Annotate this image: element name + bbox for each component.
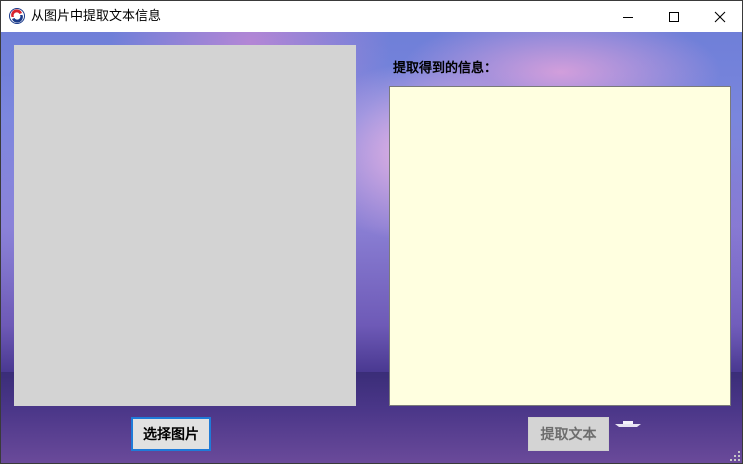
minimize-button[interactable] [605,1,651,32]
close-icon [714,11,726,22]
boat-decoration [615,421,641,427]
extract-text-button[interactable]: 提取文本 [528,417,609,451]
app-window: 从图片中提取文本信息 提取得到的信息： 选择图片 提取文本 [0,0,743,464]
maximize-icon [669,11,679,22]
app-logo-icon [9,8,25,24]
extracted-text-area[interactable] [389,86,731,406]
maximize-button[interactable] [651,1,697,32]
minimize-icon [623,16,633,18]
info-label: 提取得到的信息： [393,61,498,76]
window-title: 从图片中提取文本信息 [31,9,162,24]
choose-image-button[interactable]: 选择图片 [131,417,211,451]
main-content: 提取得到的信息： 选择图片 提取文本 [1,32,742,463]
image-preview-panel [14,45,356,406]
resize-grip-icon[interactable] [729,450,741,462]
title-bar[interactable]: 从图片中提取文本信息 [1,1,742,32]
close-button[interactable] [697,1,742,32]
